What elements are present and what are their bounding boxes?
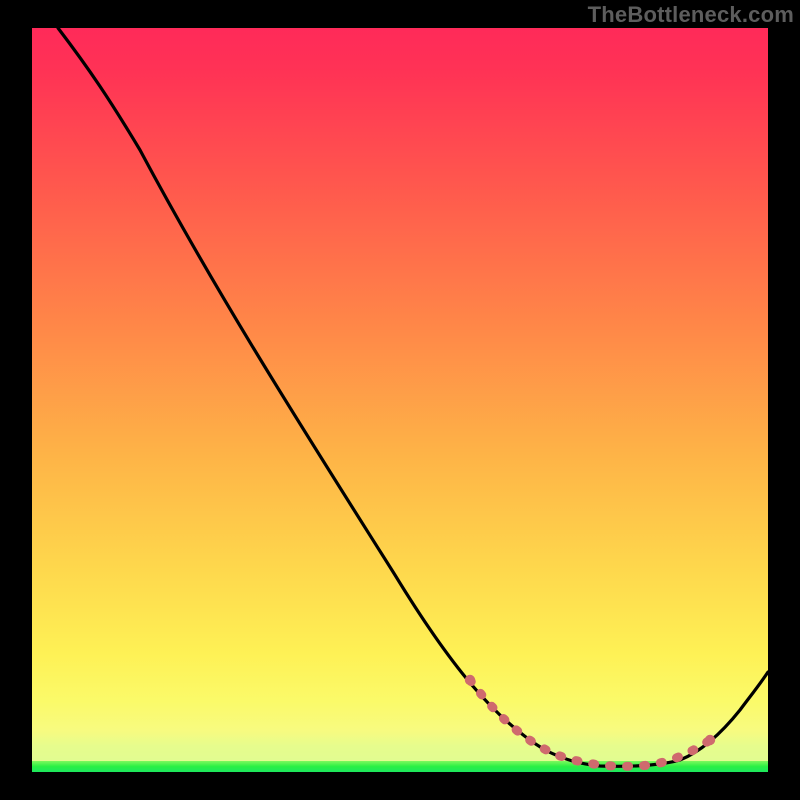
plot-area [32, 28, 768, 772]
chart-container: TheBottleneck.com [0, 0, 800, 800]
watermark: TheBottleneck.com [588, 2, 794, 28]
chart-svg [0, 0, 800, 800]
